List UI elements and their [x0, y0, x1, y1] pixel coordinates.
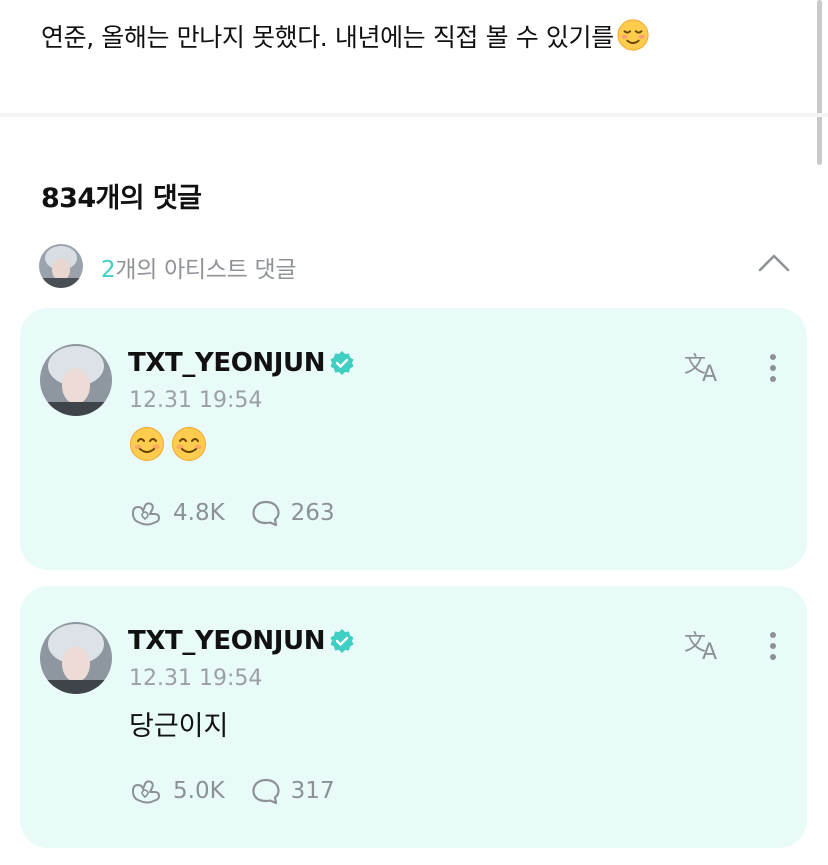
- more-vertical-icon[interactable]: [760, 630, 786, 664]
- avatar[interactable]: [40, 344, 112, 416]
- comment-author[interactable]: TXT_YEONJUN: [128, 348, 356, 378]
- heart-hands-icon: [132, 502, 160, 526]
- comment-stats: 4.8K 263: [129, 499, 361, 527]
- like-button[interactable]: 4.8K: [129, 499, 225, 527]
- verified-badge-icon: [330, 351, 354, 375]
- comment-bubble-icon: [252, 500, 280, 527]
- like-count: 5.0K: [173, 778, 225, 804]
- comment-author[interactable]: TXT_YEONJUN: [128, 626, 356, 656]
- more-vertical-icon[interactable]: [760, 352, 786, 386]
- reply-button[interactable]: 317: [251, 777, 335, 805]
- comment-timestamp: 12.31 19:54: [129, 666, 263, 691]
- heart-hands-icon: [132, 780, 160, 804]
- author-name: TXT_YEONJUN: [128, 626, 326, 656]
- avatar[interactable]: [40, 622, 112, 694]
- section-divider: [0, 113, 828, 117]
- comment-stats: 5.0K 317: [129, 777, 361, 805]
- comment-bubble-icon: [252, 778, 280, 805]
- svg-text:A: A: [702, 362, 717, 384]
- comment-timestamp: 12.31 19:54: [129, 388, 263, 413]
- artist-comment-card: TXT_YEONJUN 12.31 19:54 文 A 4.8K 263: [20, 308, 807, 570]
- scrollbar[interactable]: [817, 0, 822, 165]
- smiling-face-icon: [172, 427, 206, 461]
- comment-text: 당근이지: [129, 711, 229, 742]
- translate-icon[interactable]: 文 A: [684, 350, 726, 384]
- artist-comment-card: TXT_YEONJUN 12.31 19:54 당근이지 文 A 5.0K 31…: [20, 586, 807, 848]
- reply-count: 263: [290, 500, 335, 526]
- post-text: 연준, 올해는 만나지 못했다. 내년에는 직접 볼 수 있기를: [41, 18, 650, 54]
- comments-page: 연준, 올해는 만나지 못했다. 내년에는 직접 볼 수 있기를 834개의 댓…: [0, 0, 828, 865]
- chevron-up-icon[interactable]: [757, 248, 791, 276]
- like-button[interactable]: 5.0K: [129, 777, 225, 805]
- svg-text:A: A: [702, 640, 717, 662]
- post-text-body: 연준, 올해는 만나지 못했다. 내년에는 직접 볼 수 있기를: [41, 23, 614, 52]
- artist-comments-count: 2: [101, 257, 116, 283]
- comment-count-heading: 834개의 댓글: [41, 183, 202, 214]
- verified-badge-icon: [330, 629, 354, 653]
- artist-comments-label: 2개의 아티스트 댓글: [101, 250, 297, 284]
- comment-content: [129, 426, 207, 462]
- smiling-face-icon: [130, 427, 164, 461]
- author-name: TXT_YEONJUN: [128, 348, 326, 378]
- artist-comments-text: 개의 아티스트 댓글: [115, 257, 297, 283]
- artist-avatar: [39, 244, 83, 288]
- translate-icon[interactable]: 文 A: [684, 628, 726, 662]
- comment-content: 당근이지: [129, 704, 228, 743]
- reply-button[interactable]: 263: [251, 499, 335, 527]
- relieved-smiling-face-icon: [617, 19, 649, 51]
- like-count: 4.8K: [173, 500, 225, 526]
- artist-comments-toggle[interactable]: 2개의 아티스트 댓글: [39, 242, 799, 288]
- reply-count: 317: [290, 778, 335, 804]
